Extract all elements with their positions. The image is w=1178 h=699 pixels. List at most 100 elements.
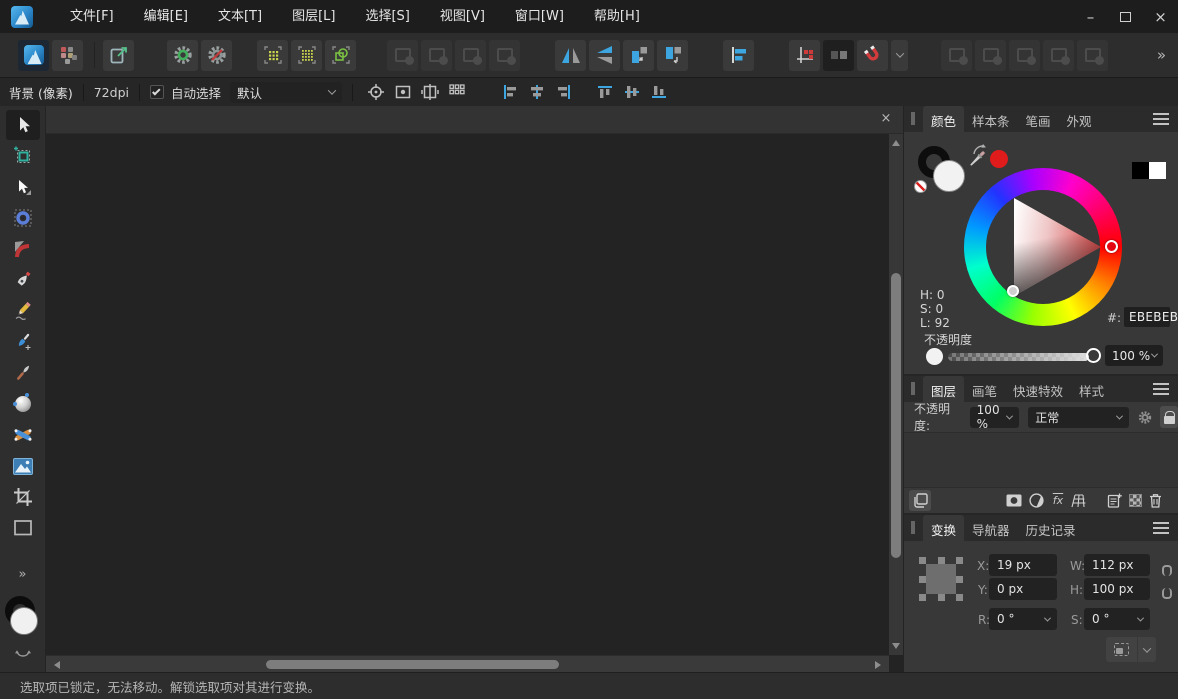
mask-layer-button[interactable] xyxy=(1003,490,1025,511)
edit-selection-box-button[interactable] xyxy=(390,81,415,104)
flip-vertical-button[interactable] xyxy=(589,40,620,71)
panel-grip-icon[interactable] xyxy=(911,521,915,534)
export-persona-button[interactable] xyxy=(103,40,134,71)
swap-colors-icon[interactable] xyxy=(14,650,32,660)
scroll-down-arrow-icon[interactable] xyxy=(892,643,900,649)
point-transform-tool[interactable] xyxy=(6,203,40,233)
vertical-scroll-thumb[interactable] xyxy=(891,273,901,558)
lock-layer-button[interactable] xyxy=(1160,406,1178,428)
panel-menu-icon[interactable] xyxy=(1153,113,1169,125)
menu-view[interactable]: 视图[V] xyxy=(425,0,500,33)
place-image-tool[interactable] xyxy=(6,451,40,481)
scroll-right-arrow-icon[interactable] xyxy=(875,661,881,669)
align-center-button[interactable] xyxy=(524,81,549,104)
anchor-point-selector[interactable] xyxy=(919,557,963,601)
adjustment-layer-button[interactable] xyxy=(1025,490,1047,511)
transform-objects-button[interactable] xyxy=(417,81,442,104)
delete-layer-button[interactable] xyxy=(1144,490,1166,511)
pencil-tool[interactable] xyxy=(6,296,40,326)
fill-color-well[interactable] xyxy=(10,607,38,635)
hex-value-field[interactable]: EBEBEB xyxy=(1124,307,1170,327)
no-color-swatch[interactable] xyxy=(914,180,927,193)
snap-to-grid-button[interactable] xyxy=(257,40,288,71)
vertical-scrollbar[interactable] xyxy=(889,134,903,655)
insert-behavior-toggle[interactable] xyxy=(823,40,854,71)
menu-window[interactable]: 窗口[W] xyxy=(500,0,579,33)
tab-layers[interactable]: 图层 xyxy=(923,376,964,402)
tools-overflow-button[interactable]: » xyxy=(19,567,27,582)
artboard-tool[interactable] xyxy=(6,141,40,171)
tab-stroke[interactable]: 笔画 xyxy=(1018,106,1059,132)
toolbar-overflow-button[interactable]: » xyxy=(1157,46,1166,64)
fill-tool[interactable] xyxy=(6,389,40,419)
disable-snapping-button[interactable] xyxy=(201,40,232,71)
grid-manager-button[interactable] xyxy=(789,40,820,71)
align-left-button[interactable] xyxy=(497,81,522,104)
rotate-cw-button[interactable] xyxy=(657,40,688,71)
shear-dropdown[interactable]: 0 ° xyxy=(1084,608,1150,630)
rotate-ccw-button[interactable] xyxy=(623,40,654,71)
tab-transform[interactable]: 变换 xyxy=(923,515,964,541)
fill-stroke-wells[interactable] xyxy=(3,596,43,648)
flip-horizontal-button[interactable] xyxy=(555,40,586,71)
fill-color-circle[interactable] xyxy=(933,160,965,192)
tab-quick-fx[interactable]: 快速特效 xyxy=(1005,376,1071,402)
transform-mode-dropdown[interactable] xyxy=(1138,637,1156,662)
scroll-left-arrow-icon[interactable] xyxy=(54,661,60,669)
rectangle-tool[interactable] xyxy=(6,513,40,543)
black-white-swatch[interactable] xyxy=(1132,162,1166,179)
auto-select-checkbox[interactable] xyxy=(150,85,164,99)
align-middle-button[interactable] xyxy=(619,81,644,104)
horizontal-scroll-thumb[interactable] xyxy=(266,660,559,669)
tab-color[interactable]: 颜色 xyxy=(923,106,964,132)
layers-list[interactable] xyxy=(904,432,1178,488)
designer-persona-button[interactable] xyxy=(18,40,49,71)
opacity-slider-start-knob[interactable] xyxy=(926,348,943,365)
menu-file[interactable]: 文件[F] xyxy=(55,0,129,33)
tab-appearance[interactable]: 外观 xyxy=(1059,106,1100,132)
close-button[interactable]: × xyxy=(1143,0,1178,33)
blend-options-gear-icon[interactable] xyxy=(1138,410,1152,425)
cycle-selection-button[interactable] xyxy=(363,81,388,104)
snapping-presets-button[interactable] xyxy=(167,40,198,71)
link-dimensions-toggle[interactable] xyxy=(1161,565,1173,599)
tab-navigator[interactable]: 导航器 xyxy=(964,515,1018,541)
hue-marker[interactable] xyxy=(1105,240,1118,253)
layer-effects-button[interactable]: fx xyxy=(1047,490,1069,511)
layer-options-button[interactable] xyxy=(909,490,931,511)
w-field[interactable]: 112 px xyxy=(1084,554,1150,576)
canvas-viewport[interactable] xyxy=(46,134,889,655)
opacity-slider-handle[interactable] xyxy=(1086,348,1101,363)
add-layer-button[interactable] xyxy=(1103,490,1125,511)
x-field[interactable]: 19 px xyxy=(989,554,1057,576)
menu-select[interactable]: 选择[S] xyxy=(350,0,424,33)
panel-menu-icon[interactable] xyxy=(1153,383,1169,395)
opacity-value-dropdown[interactable]: 100 % xyxy=(1105,345,1163,366)
align-right-button[interactable] xyxy=(551,81,576,104)
live-filter-button[interactable] xyxy=(1068,490,1090,511)
move-tool[interactable] xyxy=(6,110,40,140)
horizontal-scrollbar[interactable] xyxy=(46,655,889,672)
y-field[interactable]: 0 px xyxy=(989,578,1057,600)
close-document-button[interactable]: × xyxy=(878,111,894,126)
menu-layer[interactable]: 图层[L] xyxy=(277,0,350,33)
scroll-up-arrow-icon[interactable] xyxy=(892,140,900,146)
transparency-tool[interactable] xyxy=(6,420,40,450)
alignment-button[interactable] xyxy=(723,40,754,71)
tab-swatches[interactable]: 样本条 xyxy=(964,106,1018,132)
opacity-slider-track[interactable] xyxy=(948,353,1089,361)
maximize-button[interactable] xyxy=(1108,0,1143,33)
tab-history[interactable]: 历史记录 xyxy=(1018,515,1084,541)
pen-tool[interactable] xyxy=(6,265,40,295)
transform-mode-button[interactable] xyxy=(1106,637,1137,662)
add-pixel-layer-button[interactable] xyxy=(1124,490,1146,511)
tab-styles[interactable]: 样式 xyxy=(1071,376,1112,402)
panel-menu-icon[interactable] xyxy=(1153,522,1169,534)
align-bottom-button[interactable] xyxy=(646,81,671,104)
tab-brushes[interactable]: 画笔 xyxy=(964,376,1005,402)
layer-opacity-dropdown[interactable]: 100 % xyxy=(970,407,1020,428)
minimize-button[interactable]: – xyxy=(1073,0,1108,33)
saturation-lightness-marker[interactable] xyxy=(1007,285,1019,297)
eyedropper-icon[interactable] xyxy=(962,146,990,174)
corner-tool[interactable] xyxy=(6,234,40,264)
